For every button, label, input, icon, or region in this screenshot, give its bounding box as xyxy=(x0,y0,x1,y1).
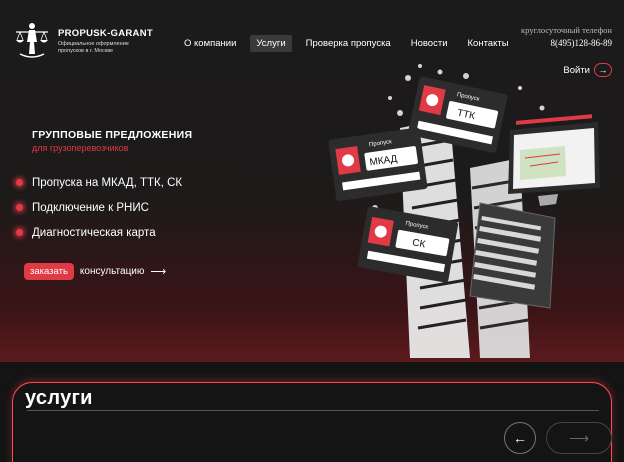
nav-item-contacts[interactable]: Контакты xyxy=(462,35,515,52)
arrow-left-icon: ← xyxy=(513,430,527,446)
order-button[interactable]: заказать xyxy=(24,263,74,280)
nav-item-news[interactable]: Новости xyxy=(405,35,454,52)
services-title: услуги xyxy=(25,387,93,409)
bullet-dot-icon xyxy=(16,179,23,186)
logo-title: PROPUSK-GARANT xyxy=(58,28,153,39)
main-nav: О компании Услуги Проверка пропуска Ново… xyxy=(178,35,523,52)
cta-text[interactable]: консультацию xyxy=(80,266,144,277)
nav-item-pass-check[interactable]: Проверка пропуска xyxy=(300,35,397,52)
logo-text: PROPUSK-GARANT Официальное оформление пр… xyxy=(58,28,153,55)
phone-label: круглосуточный телефон xyxy=(521,25,612,35)
arrow-right-icon: ⟶ xyxy=(568,429,590,446)
hero-title: ГРУППОВЫЕ ПРЕДЛОЖЕНИЯ xyxy=(32,129,193,141)
pass-card-mkad: Пропуск МКАД xyxy=(328,127,428,202)
feature-list: Пропуска на МКАД, ТТК, СК Подключение к … xyxy=(16,170,182,245)
list-item[interactable]: Пропуска на МКАД, ТТК, СК xyxy=(16,170,182,195)
phone-number-link[interactable]: 8(495)128-86-89 xyxy=(551,38,613,48)
document-graphic xyxy=(469,202,556,309)
divider xyxy=(27,410,599,411)
hero-illustration: Пропуск ТТК Пропуск МКАД Пропуск СК xyxy=(328,64,600,358)
hero-section: PROPUSK-GARANT Официальное оформление пр… xyxy=(0,0,624,362)
nav-item-services[interactable]: Услуги xyxy=(250,35,292,52)
prev-arrow-button[interactable]: ← xyxy=(504,422,536,454)
feature-label: Подключение к РНИС xyxy=(32,201,149,214)
cta-group: заказать консультацию ⟶ xyxy=(24,263,166,280)
pass-label-sk: СК xyxy=(411,237,426,250)
hero-subtitle: для грузоперевозчиков xyxy=(32,143,129,153)
bullet-dot-icon xyxy=(16,204,23,211)
nav-item-about[interactable]: О компании xyxy=(178,35,242,52)
list-item[interactable]: Диагностическая карта xyxy=(16,220,182,245)
logo[interactable]: PROPUSK-GARANT Официальное оформление пр… xyxy=(12,20,153,60)
arrow-right-icon[interactable]: ⟶ xyxy=(150,265,166,278)
bullet-dot-icon xyxy=(16,229,23,236)
monitor-graphic xyxy=(508,114,600,206)
feature-label: Пропуска на МКАД, ТТК, СК xyxy=(32,176,183,189)
feature-label: Диагностическая карта xyxy=(32,226,156,239)
list-item[interactable]: Подключение к РНИС xyxy=(16,195,182,220)
next-arrow-button[interactable]: ⟶ xyxy=(546,422,612,454)
logo-subtitle: Официальное оформление пропусков в г. Мо… xyxy=(58,41,129,54)
themis-emblem-icon xyxy=(16,23,48,58)
